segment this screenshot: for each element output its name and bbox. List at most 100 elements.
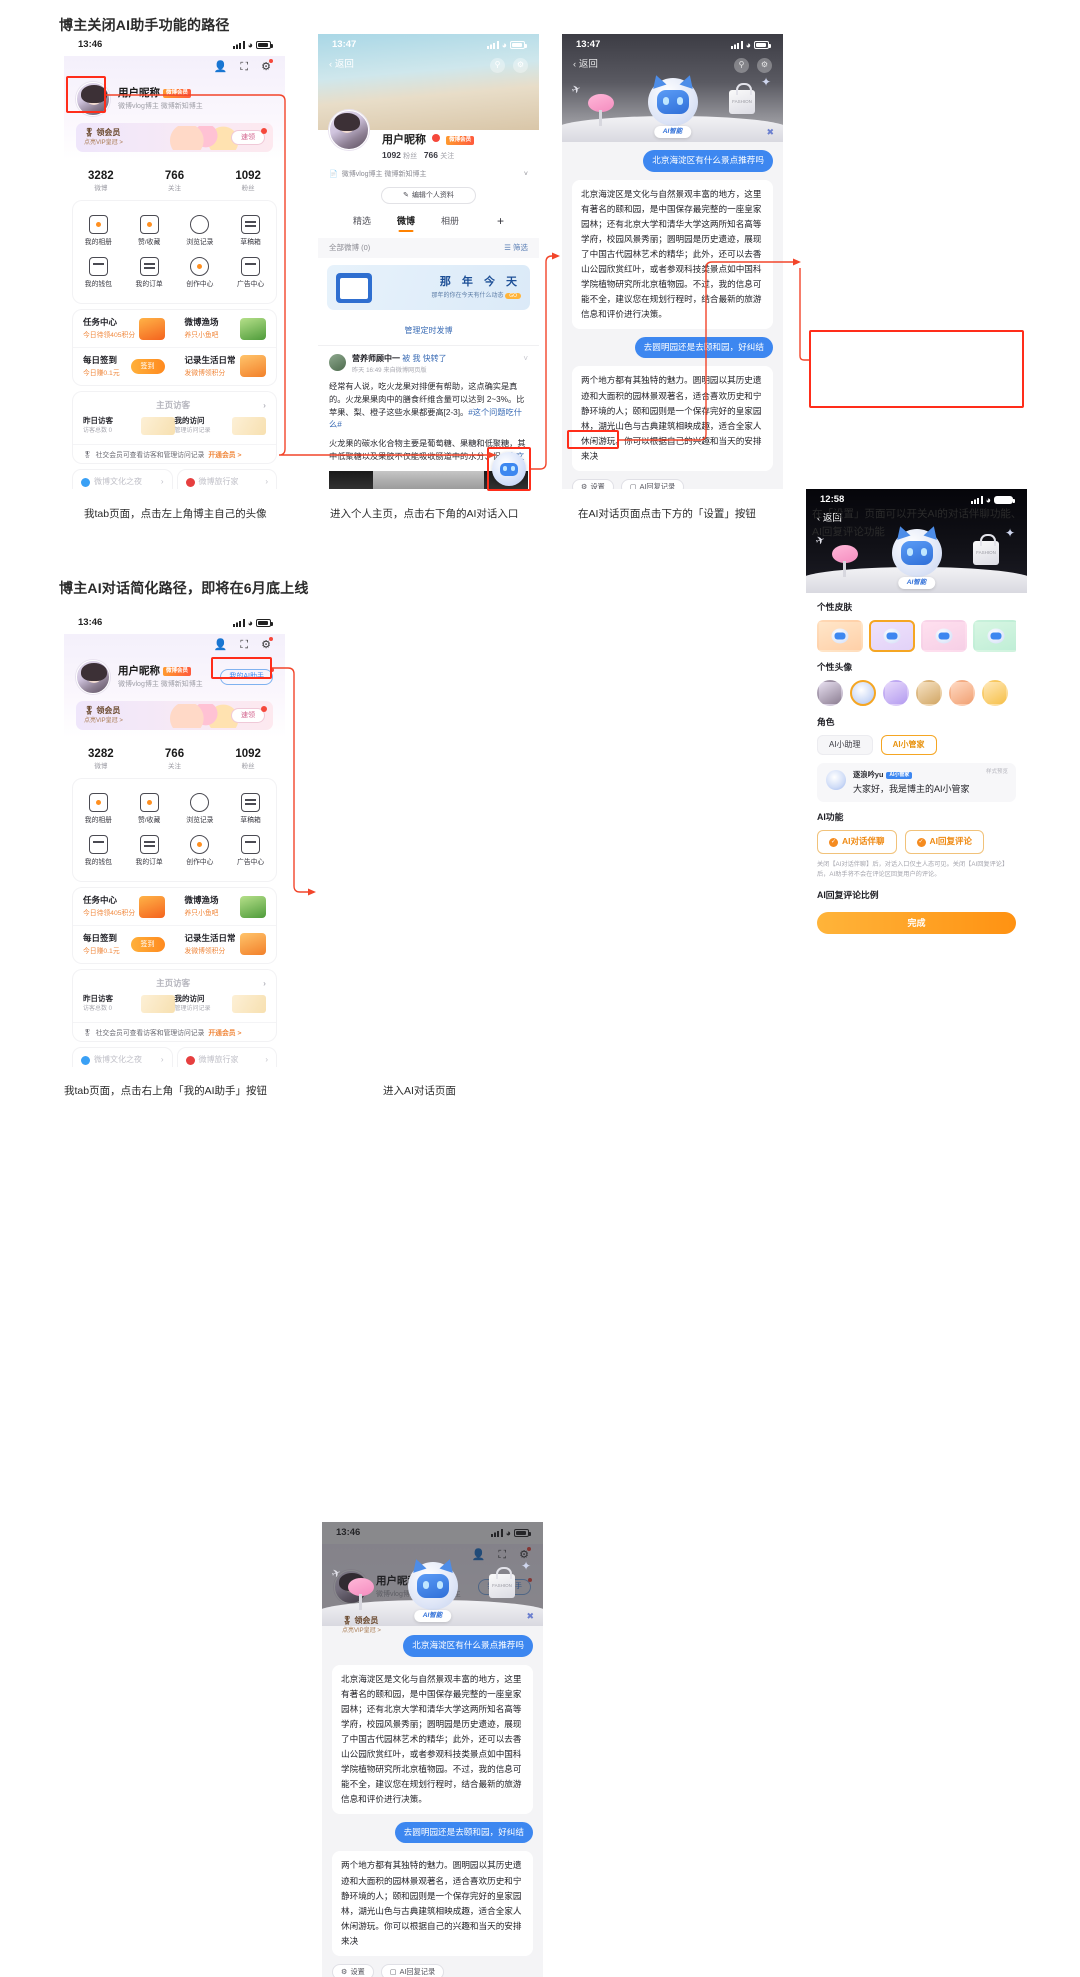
visitor-card: 主页访客› 昨日访客访客总数 0 我的访问管理访问记录 🎖社交会员可查看访客和管… [73,970,276,1041]
avatar[interactable] [76,660,110,694]
tab-album[interactable]: 相册 [441,215,459,227]
daily-checkin[interactable]: 每日签到今日赚0.1元签到 [73,926,175,963]
avatar-option[interactable] [817,680,843,706]
grid-item-album[interactable]: 我的相册 [73,788,124,830]
avatar-option-selected[interactable] [850,680,876,706]
add-friend-icon[interactable]: 👤 [214,60,228,75]
chevron-down-icon[interactable]: ˅ [523,354,528,365]
grid-item-creator[interactable]: 创作中心 [175,830,226,872]
grid-item-creator[interactable]: 创作中心 [175,252,226,294]
grid-item-history[interactable]: 浏览记录 [175,788,226,830]
gear-icon[interactable]: ⚙ [513,58,528,73]
my-ai-assistant-button[interactable]: 我的AI助手 [220,669,273,685]
add-icon[interactable]: + [497,213,504,229]
daily-checkin[interactable]: 每日签到今日赚0.1元签到 [73,348,175,385]
avatar-option[interactable] [949,680,975,706]
chevron-right-icon[interactable]: › [263,978,266,989]
stat-following[interactable]: 766关注 [138,747,212,772]
chevron-down-icon[interactable]: ˅ [524,170,528,179]
role-option[interactable]: AI小助理 [817,735,873,756]
promo-traveler[interactable]: 微博旅行家› 分享旅行&参与集卡赢好礼 旅行家 [178,470,277,489]
settings-chip[interactable]: ⚙设置 [332,1964,374,1977]
grid-item-ads[interactable]: 广告中心 [225,252,276,294]
visitor-title: 主页访客› [83,978,266,989]
avatar[interactable] [329,110,369,150]
status-time: 13:47 [332,39,356,52]
add-friend-icon[interactable]: 👤 [214,638,228,653]
grid-item-ads[interactable]: 广告中心 [225,830,276,872]
grid-item-favorites[interactable]: 赞/收藏 [124,210,175,252]
grid-item-orders[interactable]: 我的订单 [124,830,175,872]
done-button[interactable]: 完成 [817,912,1016,934]
tab-featured[interactable]: 精选 [353,215,371,227]
close-icon[interactable]: ✖ [766,126,774,138]
role-option-selected[interactable]: AI小管家 [881,735,937,756]
checkin-button[interactable]: 签到 [131,937,165,952]
grid-item-favorites[interactable]: 赞/收藏 [124,788,175,830]
promo-culture-night[interactable]: 微博文化之夜› 做任务得卷轴 赢888元红包 2024 [73,470,172,489]
grid-item-drafts[interactable]: 草稿箱 [225,210,276,252]
chevron-right-icon[interactable]: › [263,400,266,411]
stat-followers[interactable]: 1092粉丝 [211,169,285,194]
search-icon[interactable]: ⚲ [490,58,505,73]
visitor-notice[interactable]: 🎖社交会员可查看访客和管理访问记录开通会员 > [73,444,276,462]
settings-chip[interactable]: ⚙设置 [572,479,614,489]
promo-traveler[interactable]: 微博旅行家› 分享旅行&参与集卡赢好礼 旅行家 [178,1048,277,1067]
task-center[interactable]: 任务中心今日待领405积分 [73,310,175,347]
edit-profile-button[interactable]: ✎编辑个人资料 [381,187,476,204]
fish-farm[interactable]: 微博渔场养只小鱼吧 [175,888,277,925]
daily-life[interactable]: 记录生活日常发微博领积分 [175,926,277,963]
visitor-yesterday[interactable]: 昨日访客访客总数 0 [83,416,175,435]
visitor-myvisits[interactable]: 我的访问管理访问记录 [175,994,267,1013]
post-author[interactable]: 营养师顾中一 被 我 快转了 [352,354,517,365]
ai-reply-log-chip[interactable]: ▢AI回复记录 [381,1964,444,1977]
skin-option[interactable] [817,620,863,652]
grid-item-wallet[interactable]: 我的钱包 [73,252,124,294]
tab-weibo[interactable]: 微博 [397,215,415,227]
profile-description[interactable]: 📄 微博vlog博主 微博新知博主 ˅ [329,170,528,179]
stat-weibo[interactable]: 3282微博 [64,747,138,772]
avatar[interactable] [76,82,110,116]
vip-banner[interactable]: 🎖 领会员 点亮VIP皇冠 > 速领 [76,123,273,152]
manage-scheduled-post-link[interactable]: 管理定时发博 [318,318,539,346]
vip-banner[interactable]: 🎖 领会员 点亮VIP皇冠 > 速领 [76,701,273,730]
ai-reply-comment-toggle[interactable]: ✓AI回复评论 [905,830,985,853]
checkin-button[interactable]: 签到 [131,359,165,374]
settings-icon[interactable]: ⚙ [261,60,271,75]
skin-option[interactable] [921,620,967,652]
scan-icon[interactable]: ⛶ [240,638,248,653]
avatar-option[interactable] [916,680,942,706]
that-year-today-banner[interactable]: 那 年 今 天 那年的你在今天有什么动态 GO [327,265,530,310]
ai-reply-log-chip[interactable]: ▢AI回复记录 [621,479,684,489]
vip-claim-button[interactable]: 速领 [231,130,265,145]
promo-culture-night[interactable]: 微博文化之夜› 做任务得卷轴 赢888元红包 2024 [73,1048,172,1067]
ai-chat-companion-toggle[interactable]: ✓AI对话伴聊 [817,830,897,853]
stat-following[interactable]: 766关注 [138,169,212,194]
vip-claim-button[interactable]: 速领 [231,708,265,723]
scan-icon[interactable]: ⛶ [240,60,248,75]
profile-row[interactable]: 用户昵称微博会员 微博vlog博主 微博新知博主 我的AI助手 [76,660,273,694]
filter-button[interactable]: ☰ 筛选 [504,243,528,253]
grid-item-drafts[interactable]: 草稿箱 [225,788,276,830]
visitor-yesterday[interactable]: 昨日访客访客总数 0 [83,994,175,1013]
back-button[interactable]: ‹ 返回 [329,59,354,72]
stat-followers[interactable]: 1092粉丝 [211,747,285,772]
visitor-notice[interactable]: 🎖社交会员可查看访客和管理访问记录开通会员 > [73,1022,276,1040]
settings-icon[interactable]: ⚙ [261,638,271,653]
visitor-myvisits[interactable]: 我的访问管理访问记录 [175,416,267,435]
task-center[interactable]: 任务中心今日待领405积分 [73,888,175,925]
stat-weibo[interactable]: 3282微博 [64,169,138,194]
grid-item-history[interactable]: 浏览记录 [175,210,226,252]
daily-life[interactable]: 记录生活日常发微博领积分 [175,348,277,385]
skin-option-selected[interactable] [869,620,915,652]
grid-item-album[interactable]: 我的相册 [73,210,124,252]
avatar-option[interactable] [883,680,909,706]
grid-item-orders[interactable]: 我的订单 [124,252,175,294]
fish-farm[interactable]: 微博渔场养只小鱼吧 [175,310,277,347]
profile-row[interactable]: 用户昵称微博会员 微博vlog博主 微博新知博主 [76,82,273,116]
avatar-option[interactable] [982,680,1008,706]
grid-item-wallet[interactable]: 我的钱包 [73,830,124,872]
skin-option[interactable] [973,620,1016,652]
post-avatar[interactable] [329,354,346,371]
ai-chat-entry-button[interactable] [492,452,526,486]
